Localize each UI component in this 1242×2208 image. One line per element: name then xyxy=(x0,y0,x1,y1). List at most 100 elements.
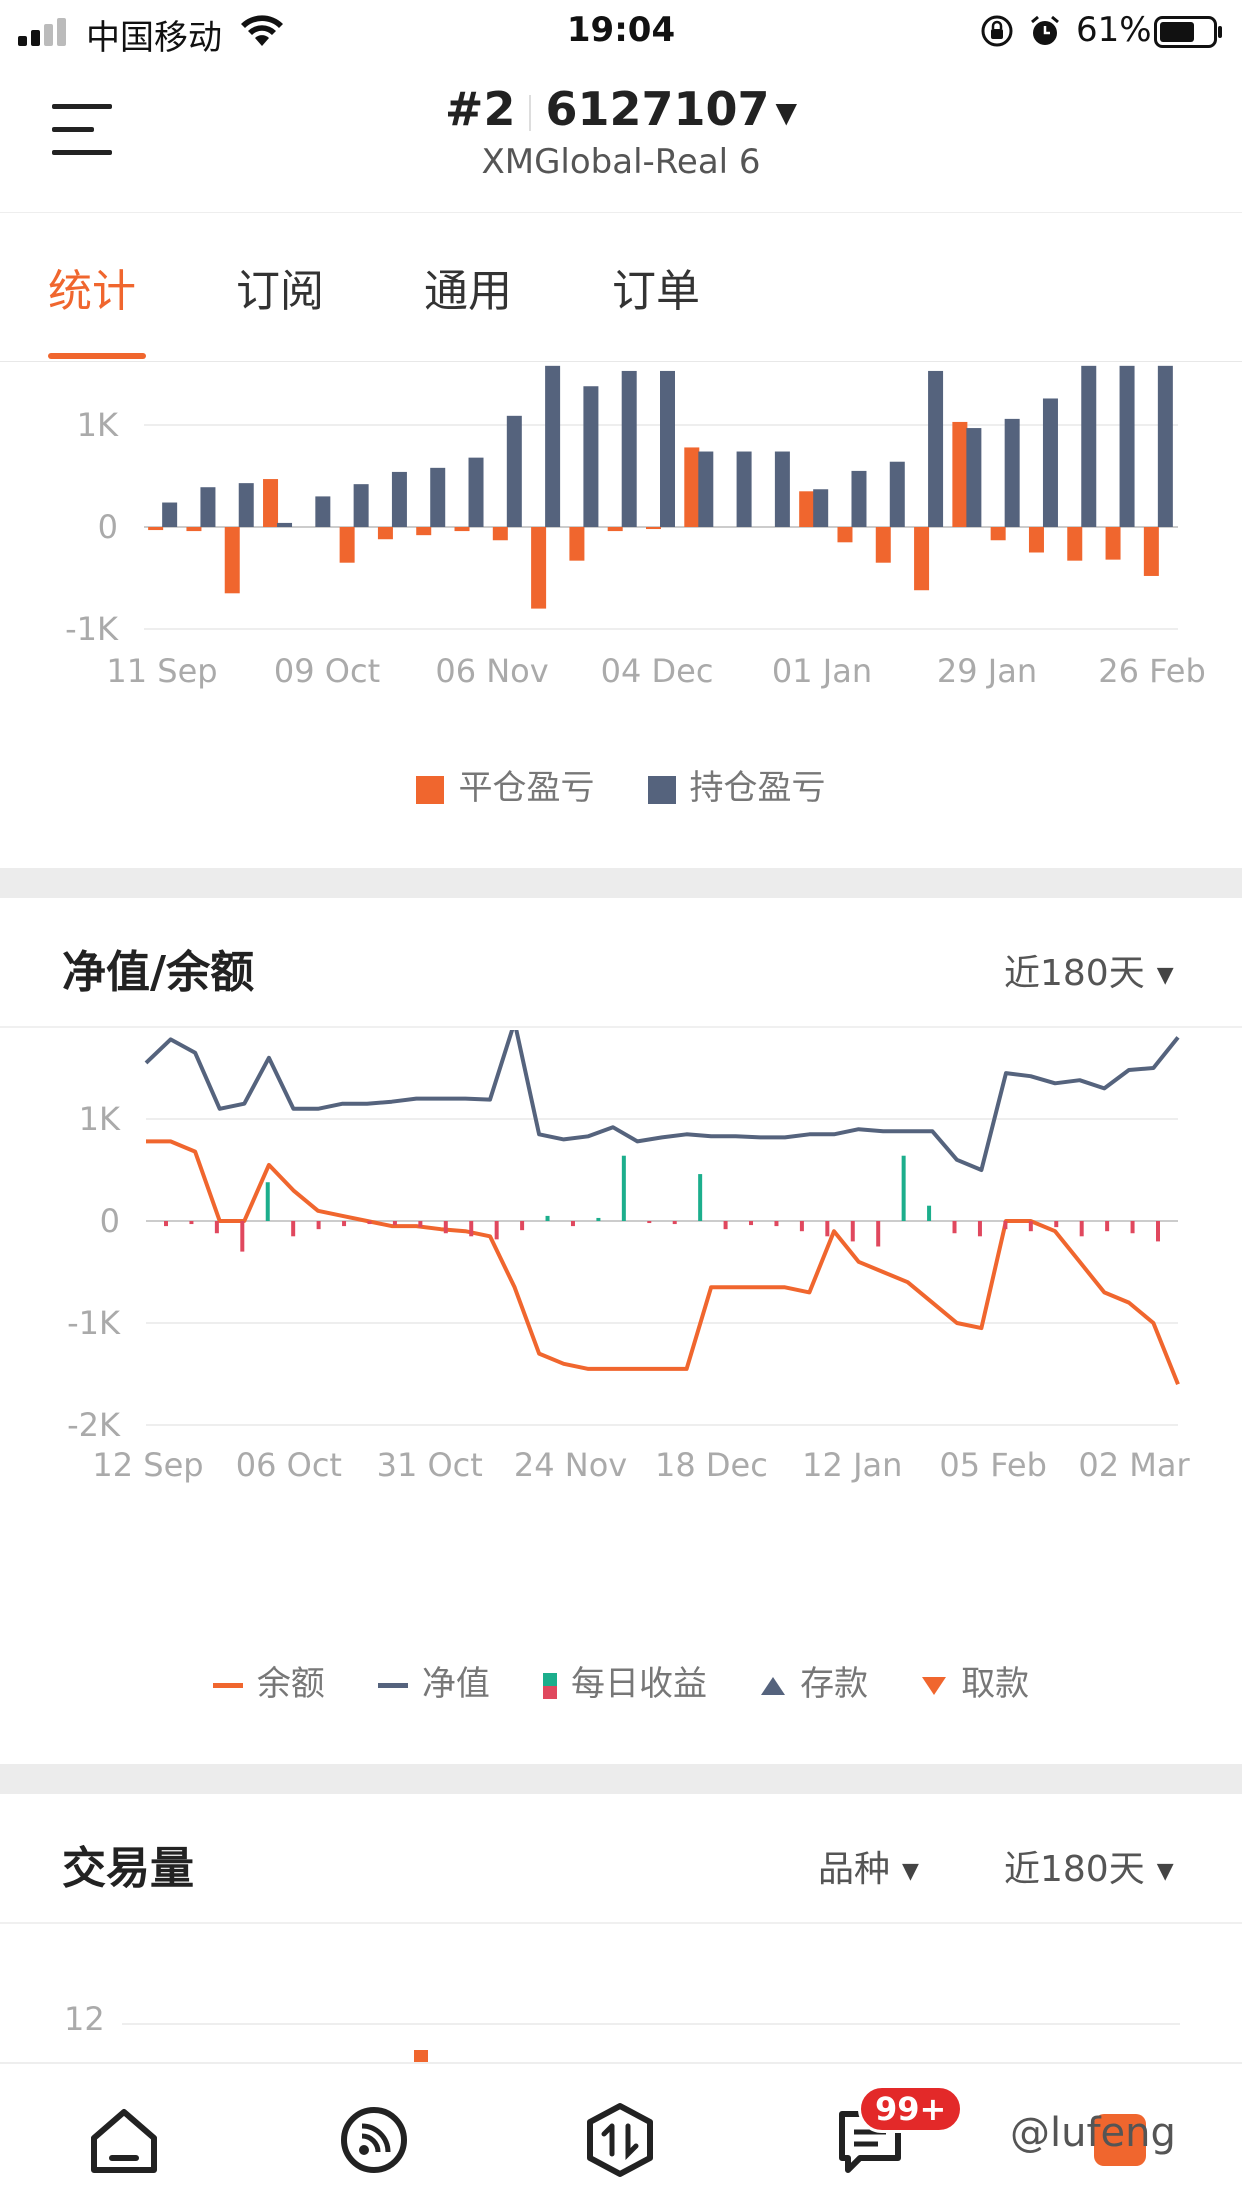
pnl-card: 1K 0 -1K 11 Sep 09 Oct 06 Nov 04 Dec 01 Jan 29 J… xyxy=(0,362,1242,868)
trade-icon[interactable] xyxy=(580,2100,660,2180)
orientation-lock-icon xyxy=(981,15,1013,47)
floating-pnl-bar xyxy=(583,386,599,527)
legend-floating-pnl[interactable]: 持仓盈亏 xyxy=(647,760,826,809)
account-index: #2 xyxy=(444,82,516,136)
closed-pnl-swatch xyxy=(416,775,445,804)
daily-profit-bar xyxy=(621,1155,626,1221)
daily-profit-bar xyxy=(977,1221,982,1237)
daily-profit-bar xyxy=(418,1221,423,1228)
floating-pnl-bar xyxy=(238,483,254,527)
x-tick-label: 31 Oct xyxy=(377,1446,483,1484)
daily-profit-bar xyxy=(392,1221,397,1226)
daily-profit-bar xyxy=(291,1221,296,1237)
status-bar: 中国移动 19:04 61% xyxy=(0,0,1242,62)
daily-profit-bar xyxy=(367,1221,372,1225)
account-selector[interactable]: #2 6127107 ▼ xyxy=(0,82,1242,136)
y-tick-label: -1K xyxy=(65,610,119,648)
daily-profit-bar xyxy=(647,1221,652,1224)
battery-percent: 61% xyxy=(1076,10,1152,50)
daily-profit-bar xyxy=(240,1221,245,1252)
closed-pnl-bar xyxy=(952,421,968,527)
volume-period-dropdown[interactable]: 近180天 ▼ xyxy=(1004,1840,1174,1892)
floating-pnl-bar xyxy=(391,471,407,527)
equity-label: 净值 xyxy=(421,1664,490,1704)
volume-bar xyxy=(414,2050,428,2062)
closed-pnl-bar xyxy=(492,527,508,541)
closed-pnl-bar xyxy=(646,527,661,530)
deposit-label: 存款 xyxy=(800,1664,869,1704)
legend-equity[interactable]: 净值 xyxy=(377,1656,490,1705)
closed-pnl-bar xyxy=(1143,527,1159,576)
signals-icon[interactable] xyxy=(334,2100,414,2180)
legend-closed-pnl[interactable]: 平仓盈亏 xyxy=(416,760,594,809)
daily-profit-bar xyxy=(189,1221,194,1225)
floating-pnl-bar xyxy=(889,461,905,527)
account-number: 6127107 xyxy=(545,82,770,136)
equity-line xyxy=(144,1030,1180,1172)
daily-profit-bar xyxy=(596,1217,601,1221)
tab-stats[interactable]: 统计 xyxy=(48,255,136,319)
y-tick-label: 0 xyxy=(100,1202,120,1240)
equity-card: 净值/余额 近180天 ▼ 2K 1K 0 -1K -2K12 Sep 06 Oct 31 O… xyxy=(0,898,1242,1764)
daily-profit-swatch xyxy=(543,1672,557,1699)
chevron-down-icon: ▼ xyxy=(1156,1858,1174,1884)
equity-card-header: 净值/余额 近180天 ▼ xyxy=(0,898,1242,1028)
daily-profit-bar xyxy=(545,1215,550,1221)
server-name: XMGlobal-Real 6 xyxy=(481,142,761,182)
x-tick-label: 29 Jan xyxy=(937,652,1037,690)
y-tick-label: 1K xyxy=(77,406,119,444)
message-badge: 99+ xyxy=(858,2085,964,2133)
legend-deposit[interactable]: 存款 xyxy=(760,1656,868,1705)
equity-swatch xyxy=(377,1683,408,1688)
daily-profit-bar xyxy=(850,1221,855,1242)
equity-period-dropdown[interactable]: 近180天 ▼ xyxy=(1004,944,1174,996)
daily-profit-bar xyxy=(164,1221,168,1227)
closed-pnl-label: 平仓盈亏 xyxy=(458,768,595,808)
separator xyxy=(529,94,532,131)
symbol-dropdown[interactable]: 品种 ▼ xyxy=(818,1840,919,1892)
floating-pnl-bar xyxy=(966,428,982,527)
tab-orders[interactable]: 订单 xyxy=(612,255,700,319)
daily-profit-bar xyxy=(1054,1221,1059,1228)
closed-pnl-bar xyxy=(875,527,891,563)
tab-general[interactable]: 通用 xyxy=(424,255,512,319)
daily-profit-bar xyxy=(214,1221,219,1234)
closed-pnl-bar xyxy=(1067,527,1083,561)
volume-card-header: 交易量 品种 ▼ 近180天 ▼ xyxy=(0,1794,1242,1924)
tab-bar: 统计 订阅 通用 订单 xyxy=(0,212,1242,362)
daily-profit-bar xyxy=(723,1221,728,1230)
x-tick-label: 12 Sep xyxy=(92,1446,203,1484)
legend-balance[interactable]: 余额 xyxy=(212,1656,325,1705)
battery-icon xyxy=(1154,16,1222,48)
x-tick-label: 11 Sep xyxy=(106,652,217,690)
daily-profit-bar xyxy=(570,1221,575,1227)
equity-line-chart: 2K 1K 0 -1K -2K12 Sep 06 Oct 31 Oct 24 Nov 18 De… xyxy=(67,1030,1190,1484)
withdrawal-label: 取款 xyxy=(961,1664,1030,1704)
daily-profit-bar xyxy=(774,1221,779,1227)
daily-profit-bar xyxy=(825,1221,830,1237)
closed-pnl-bar xyxy=(148,527,164,531)
closed-pnl-bar xyxy=(224,527,240,594)
tab-subscribe[interactable]: 订阅 xyxy=(236,255,324,319)
active-tab-indicator xyxy=(48,353,146,359)
x-tick-label: 06 Oct xyxy=(236,1446,342,1484)
daily-profit-bar xyxy=(901,1155,906,1221)
closed-pnl-bar xyxy=(454,527,470,532)
equity-card-title: 净值/余额 xyxy=(62,947,255,998)
x-tick-label: 05 Feb xyxy=(939,1446,1047,1484)
daily-profit-bar xyxy=(1156,1221,1160,1242)
home-icon[interactable] xyxy=(84,2100,164,2180)
floating-pnl-bar xyxy=(162,502,178,527)
legend-withdrawal[interactable]: 取款 xyxy=(921,1656,1029,1705)
pnl-legend: 平仓盈亏 持仓盈亏 xyxy=(0,760,1242,809)
floating-pnl-bar xyxy=(315,496,331,527)
watermark-text: @lufeng xyxy=(1010,2110,1176,2156)
x-tick-label: 02 Mar xyxy=(1078,1446,1190,1484)
daily-profit-bar xyxy=(494,1221,499,1240)
y-tick-label: -2K xyxy=(67,1406,121,1444)
legend-daily-profit[interactable]: 每日收益 xyxy=(543,1656,707,1705)
x-tick-label: 06 Nov xyxy=(435,652,548,690)
daily-profit-bar xyxy=(672,1221,677,1225)
deposit-triangle-icon xyxy=(761,1676,786,1695)
symbol-filter-value: 品种 xyxy=(818,1849,891,1890)
